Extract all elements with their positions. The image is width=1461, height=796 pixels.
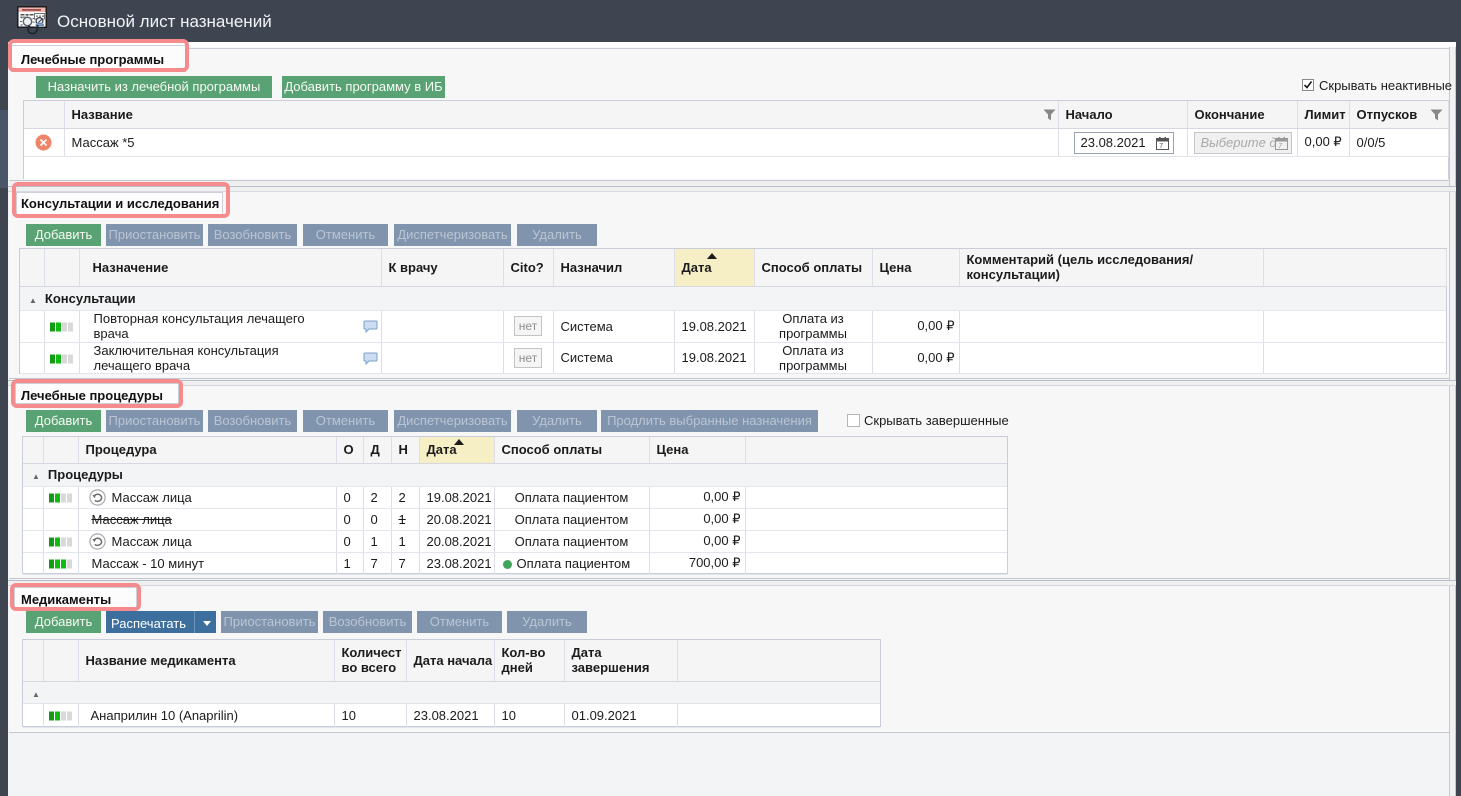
svg-text:7: 7 <box>1278 143 1283 150</box>
svg-text:7: 7 <box>1159 143 1163 150</box>
